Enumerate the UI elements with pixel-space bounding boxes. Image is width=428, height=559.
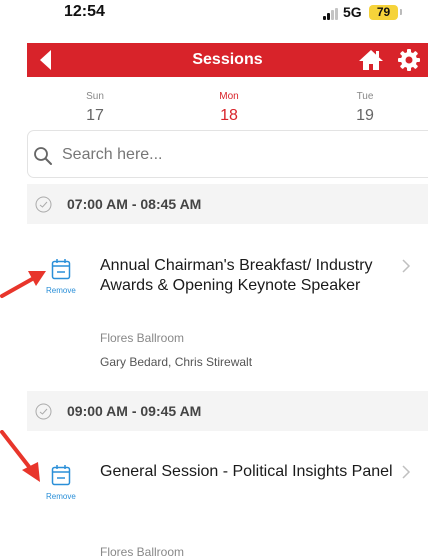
status-time: 12:54 xyxy=(64,3,105,20)
search-icon xyxy=(34,147,52,165)
time-slot-label: 07:00 AM - 08:45 AM xyxy=(67,196,202,212)
session-row[interactable]: Remove General Session - Political Insig… xyxy=(27,462,428,559)
day-mon[interactable]: Mon 18 xyxy=(199,91,259,125)
day-tue[interactable]: Tue 19 xyxy=(335,91,395,125)
battery-tip xyxy=(400,9,402,15)
time-slot-label: 09:00 AM - 09:45 AM xyxy=(67,403,202,419)
day-number: 19 xyxy=(356,107,374,124)
day-name: Mon xyxy=(219,91,239,102)
session-location: Flores Ballroom xyxy=(100,331,185,345)
annotation-arrow-icon xyxy=(0,271,46,298)
time-slot-header: 07:00 AM - 08:45 AM xyxy=(27,184,428,224)
remove-label: Remove xyxy=(46,492,76,501)
day-number: 18 xyxy=(220,107,238,124)
home-button[interactable] xyxy=(358,48,384,72)
session-title: General Session - Political Insights Pan… xyxy=(100,463,393,480)
chevron-right-icon xyxy=(402,465,411,479)
day-sun[interactable]: Sun 17 xyxy=(65,91,125,125)
search-input[interactable] xyxy=(62,143,402,167)
battery-icon: 79 xyxy=(369,5,398,20)
day-number: 17 xyxy=(86,107,104,124)
app-header: Sessions xyxy=(27,43,428,77)
signal-icon xyxy=(323,8,339,20)
session-title: Annual Chairman's Breakfast/ Industry Aw… xyxy=(100,257,373,294)
remove-from-agenda-button[interactable]: Remove xyxy=(46,256,81,300)
calendar-icon xyxy=(51,465,71,486)
home-icon xyxy=(359,50,383,70)
annotation-arrow-icon xyxy=(0,430,40,482)
settings-button[interactable] xyxy=(397,48,421,72)
session-location: Flores Ballroom xyxy=(100,545,185,559)
session-row[interactable]: Remove Annual Chairman's Breakfast/ Indu… xyxy=(27,256,428,376)
search-bar xyxy=(27,130,428,178)
status-bar: 12:54 5G 79 xyxy=(0,0,428,38)
chevron-right-icon xyxy=(402,259,411,273)
gear-icon xyxy=(398,49,420,71)
day-name: Tue xyxy=(356,91,374,102)
time-slot-header: 09:00 AM - 09:45 AM xyxy=(27,391,428,431)
clock-icon xyxy=(35,403,52,420)
network-label: 5G xyxy=(343,4,362,20)
remove-label: Remove xyxy=(46,286,76,295)
calendar-icon xyxy=(51,259,71,280)
remove-from-agenda-button[interactable]: Remove xyxy=(46,462,81,506)
session-speakers: Gary Bedard, Chris Stirewalt xyxy=(100,355,253,369)
clock-icon xyxy=(35,196,52,213)
day-name: Sun xyxy=(86,91,104,102)
